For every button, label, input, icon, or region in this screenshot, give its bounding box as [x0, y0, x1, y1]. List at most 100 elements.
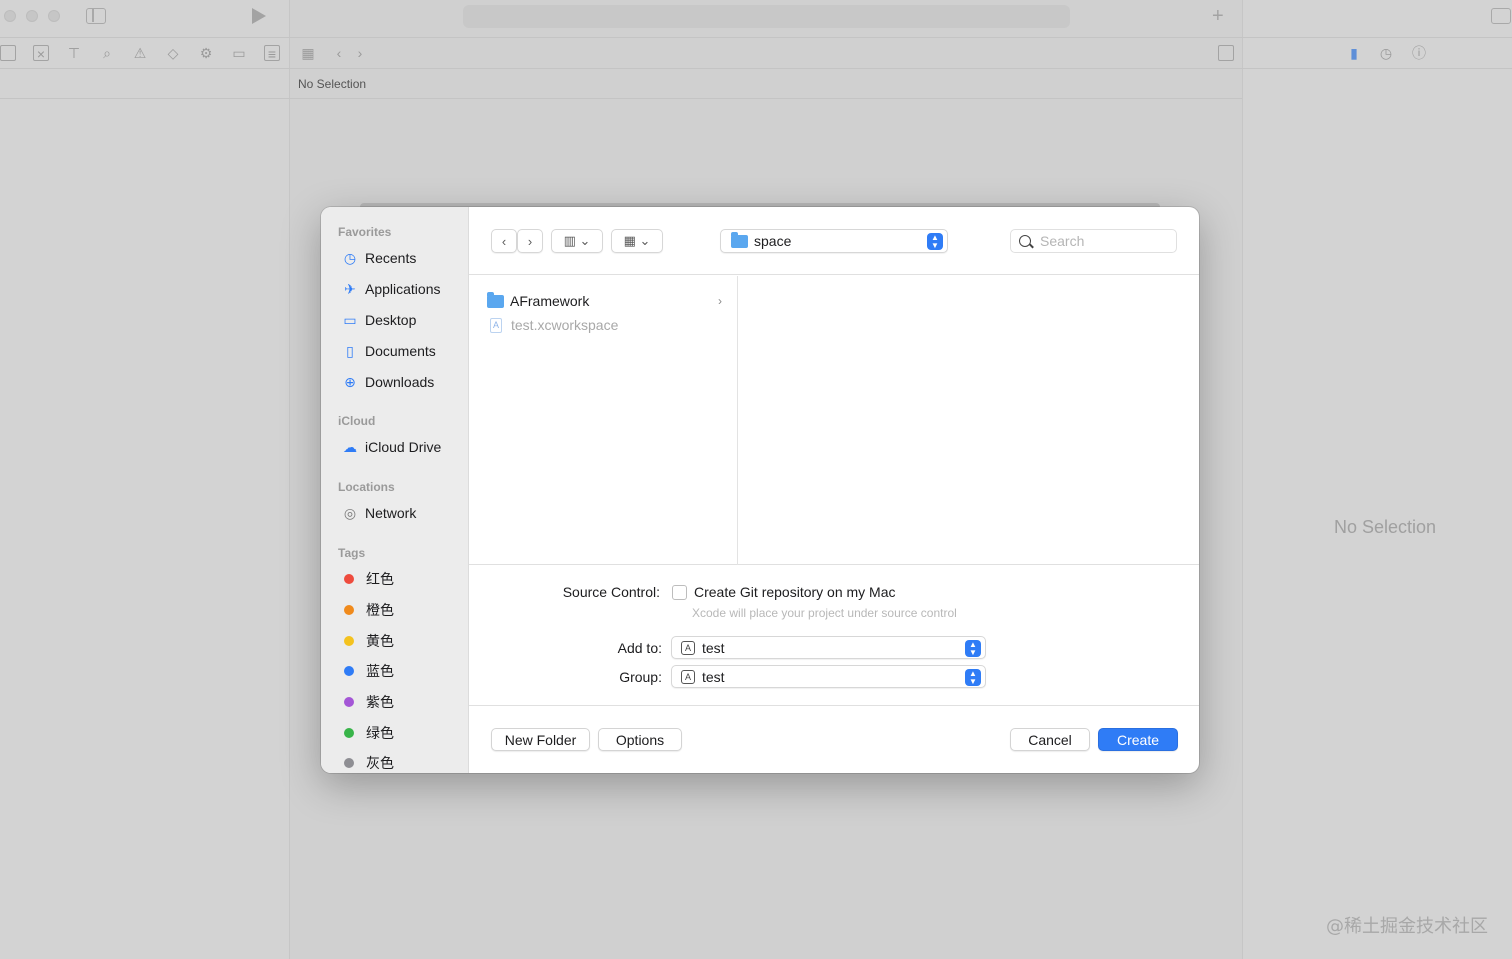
folder-navigator-icon[interactable]	[0, 45, 16, 61]
download-icon: ⊕	[344, 374, 356, 390]
history-inspector-icon[interactable]: ◷	[1378, 45, 1394, 61]
inspector-toggle-icon[interactable]	[1491, 8, 1511, 24]
back-button[interactable]: ‹	[491, 229, 517, 253]
sidebar-item-tag[interactable]: 橙色	[341, 599, 394, 621]
git-repo-checkbox-label[interactable]: Create Git repository on my Mac	[694, 584, 896, 600]
cloud-icon: ☁	[343, 439, 357, 455]
sidebar-item-recents[interactable]: ◷ Recents	[341, 247, 416, 269]
chevron-down-icon: ⌄	[579, 233, 591, 248]
back-icon[interactable]: ‹	[331, 45, 347, 61]
add-to-label: Add to:	[617, 640, 662, 656]
close-window-button[interactable]	[4, 10, 16, 22]
favorites-section-title: Favorites	[338, 225, 392, 239]
sidebar-item-network[interactable]: ◎ Network	[341, 502, 416, 524]
navigator-pane	[0, 0, 290, 959]
tag-dot-icon	[344, 605, 354, 615]
file-row-workspace: A test.xcworkspace	[487, 314, 722, 336]
locations-section-title: Locations	[338, 480, 395, 494]
source-control-navigator-icon[interactable]: ×	[33, 45, 49, 62]
cancel-button[interactable]: Cancel	[1010, 728, 1090, 751]
sidebar-item-tag[interactable]: 绿色	[341, 722, 394, 744]
location-popup[interactable]: space ▲ ▼	[720, 229, 948, 253]
search-icon	[1019, 235, 1031, 247]
sidebar-item-downloads[interactable]: ⊕ Downloads	[341, 371, 434, 393]
chevron-right-icon: ›	[718, 294, 722, 308]
tags-section-title: Tags	[338, 546, 366, 560]
new-folder-button[interactable]: New Folder	[491, 728, 590, 751]
group-label: Group:	[619, 669, 662, 685]
dialog-toolbar: ‹ › ▥ ⌄ ▦ ⌄ space ▲ ▼	[469, 207, 1199, 275]
watermark: @稀土掘金技术社区	[1326, 916, 1488, 937]
sidebar-item-tag[interactable]: 紫色	[341, 691, 394, 713]
sidebar-item-icloud-drive[interactable]: ☁ iCloud Drive	[341, 436, 441, 458]
browser-column: AFramework › A test.xcworkspace	[469, 276, 738, 565]
add-to-popup[interactable]: A test ▲ ▼	[671, 636, 986, 659]
find-navigator-icon[interactable]: ⌕	[99, 45, 115, 61]
sidebar-toggle-icon[interactable]	[86, 8, 106, 24]
editor-breadcrumb: No Selection	[298, 77, 367, 91]
workspace-file-icon: A	[490, 317, 502, 333]
symbol-navigator-icon[interactable]: ⊤	[66, 45, 82, 61]
file-browser: AFramework › A test.xcworkspace	[469, 276, 1199, 565]
search-field[interactable]	[1010, 229, 1177, 253]
search-input[interactable]	[1040, 233, 1160, 249]
file-row-aframework[interactable]: AFramework ›	[487, 290, 722, 312]
tag-dot-icon	[344, 636, 354, 646]
create-button[interactable]: Create	[1098, 728, 1178, 751]
divider	[0, 98, 1242, 99]
minimize-window-button[interactable]	[26, 10, 38, 22]
window-titlebar: +	[0, 0, 1512, 38]
folder-icon	[487, 291, 504, 308]
up-down-chevron-icon: ▲ ▼	[927, 233, 943, 250]
dialog-main: ‹ › ▥ ⌄ ▦ ⌄ space ▲▼ AFramework ›	[469, 207, 1199, 773]
sidebar-item-applications[interactable]: ✈ Applications	[341, 278, 440, 300]
new-file-dialog: Favorites ◷ Recents ✈ Applications ▭ Deskto…	[321, 207, 1199, 773]
globe-icon: ◎	[343, 505, 357, 521]
options-button[interactable]: Options	[598, 728, 682, 751]
navigator-toolbar: × ⊤ ⌕ ⚠ ◇ ⚙ ▭ ≡ ▦ ‹ › ▮ ◷ ⓘ	[0, 38, 1512, 69]
inspector-empty-label: No Selection	[1334, 517, 1437, 537]
sidebar-item-tag[interactable]: 黄色	[341, 630, 394, 652]
sidebar-item-desktop[interactable]: ▭ Desktop	[341, 309, 416, 331]
sidebar-item-tag[interactable]: 红色	[341, 568, 394, 590]
view-mode-button[interactable]: ▥ ⌄	[551, 229, 603, 253]
group-popup[interactable]: A test ▲ ▼	[671, 665, 986, 688]
dialog-sidebar: Favorites ◷ Recents ✈ Applications ▭ Deskto…	[321, 207, 469, 773]
columns-icon: ▥	[563, 233, 576, 248]
sidebar-item-tag[interactable]: 灰色	[341, 752, 394, 773]
chevron-left-icon: ‹	[501, 233, 507, 249]
forward-button[interactable]: ›	[517, 229, 543, 253]
issue-navigator-icon[interactable]: ⚠	[132, 45, 148, 61]
up-down-chevron-icon: ▲ ▼	[965, 669, 981, 686]
sidebar-item-tag[interactable]: 蓝色	[341, 660, 394, 682]
up-down-chevron-icon: ▲ ▼	[965, 640, 981, 657]
zoom-window-button[interactable]	[48, 10, 60, 22]
chevron-right-icon: ›	[527, 233, 533, 249]
grid-icon: ▦	[623, 233, 636, 248]
grid-icon[interactable]: ▦	[300, 45, 316, 61]
clock-icon: ◷	[343, 250, 357, 266]
document-icon: ▯	[346, 343, 354, 359]
tag-dot-icon	[344, 666, 354, 676]
inspector-pane	[1242, 0, 1512, 959]
forward-icon[interactable]: ›	[352, 45, 368, 61]
group-mode-button[interactable]: ▦ ⌄	[611, 229, 663, 253]
dialog-footer: New Folder Options Cancel Create	[469, 706, 1199, 773]
sidebar-item-documents[interactable]: ▯ Documents	[341, 340, 436, 362]
icloud-section-title: iCloud	[338, 414, 376, 428]
chevron-down-icon: ⌄	[639, 233, 651, 248]
xcode-project-icon: A	[681, 640, 695, 655]
editor-options-icon[interactable]	[1218, 45, 1234, 61]
debug-navigator-icon[interactable]: ⚙	[198, 45, 214, 61]
report-navigator-icon[interactable]: ≡	[264, 45, 280, 62]
desktop-icon: ▭	[343, 312, 357, 328]
help-inspector-icon[interactable]: ⓘ	[1411, 45, 1427, 61]
test-navigator-icon[interactable]: ◇	[165, 45, 181, 61]
breakpoint-navigator-icon[interactable]: ▭	[231, 45, 247, 61]
plus-icon[interactable]: +	[1212, 6, 1224, 26]
file-inspector-icon[interactable]: ▮	[1346, 45, 1362, 61]
run-icon[interactable]	[252, 8, 266, 24]
git-repo-checkbox[interactable]	[672, 585, 687, 600]
folder-icon	[731, 231, 748, 248]
applications-icon: ✈	[344, 281, 356, 297]
